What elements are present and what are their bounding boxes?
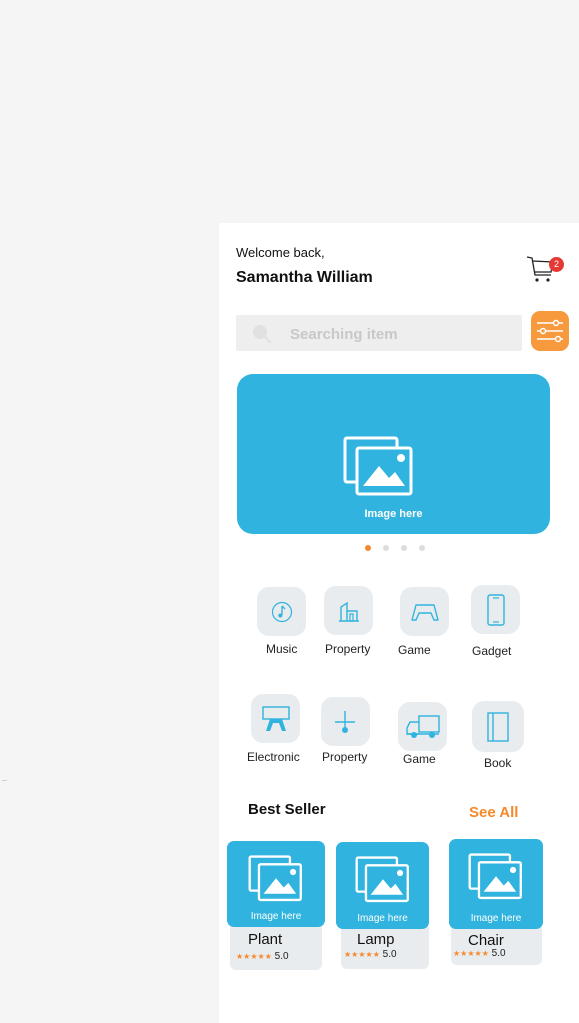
category-property-button[interactable] (324, 586, 373, 635)
phone-icon (486, 593, 505, 626)
sliders-icon (537, 319, 563, 343)
category-label: Game (398, 643, 431, 657)
product-rating: ★★★★★ 5.0 (236, 951, 289, 962)
carousel-dot-active[interactable] (365, 545, 371, 551)
rating-value: 5.0 (491, 948, 506, 959)
category-label: Game (403, 752, 436, 766)
product-image-text: Image here (470, 913, 522, 924)
category-music-button[interactable] (257, 587, 306, 636)
game-controller-icon (410, 603, 439, 621)
category-game-button[interactable] (400, 587, 449, 636)
search-icon (253, 325, 272, 344)
product-rating: ★★★★★ 5.0 (344, 949, 397, 960)
rating-value: 5.0 (382, 949, 397, 960)
promo-banner[interactable]: Image here (237, 374, 550, 534)
section-title: Best Seller (248, 801, 326, 818)
star-rating-icon: ★★★★★ (236, 952, 272, 961)
edge-mark (2, 780, 7, 781)
image-placeholder-icon (343, 436, 413, 496)
product-image-text: Image here (250, 911, 302, 922)
rating-value: 5.0 (274, 951, 289, 962)
product-name: Plant (248, 931, 283, 948)
product-image[interactable]: Image here (336, 842, 429, 929)
carousel-dot[interactable] (401, 545, 407, 551)
image-placeholder-icon (468, 853, 522, 900)
carousel-dot[interactable] (383, 545, 389, 551)
category-label: Electronic (247, 750, 300, 764)
building-icon (338, 601, 359, 622)
app-screen: Welcome back, Samantha William 2 Searchi… (219, 223, 579, 1023)
user-name: Samantha William (236, 269, 373, 286)
category-label: Music (266, 642, 298, 656)
product-image-text: Image here (357, 913, 408, 924)
category-electronic-button[interactable] (251, 694, 300, 743)
book-icon (487, 711, 509, 742)
category-label: Property (322, 750, 368, 764)
search-bar[interactable] (236, 315, 522, 353)
search-input[interactable] (288, 315, 512, 353)
product-name: Lamp (357, 931, 395, 948)
filter-button[interactable] (531, 311, 569, 351)
category-label: Gadget (472, 644, 512, 658)
category-book-button[interactable] (472, 701, 524, 752)
star-rating-icon: ★★★★★ (453, 949, 489, 958)
product-image[interactable]: Image here (227, 841, 325, 927)
category-gadget-button[interactable] (471, 585, 520, 634)
category-label: Property (325, 642, 371, 656)
carousel-indicator (365, 545, 435, 553)
category-property-button-2[interactable] (321, 697, 370, 746)
see-all-link[interactable]: See All (469, 804, 518, 821)
carousel-dot[interactable] (419, 545, 425, 551)
cart-count-badge: 2 (549, 257, 564, 272)
monitor-icon (261, 705, 290, 731)
image-placeholder-icon (248, 855, 302, 902)
property-icon (334, 710, 355, 733)
music-icon (271, 601, 292, 622)
banner-image-text: Image here (364, 508, 423, 520)
category-game-button-2[interactable] (398, 702, 447, 751)
product-rating: ★★★★★ 5.0 (453, 948, 506, 959)
image-placeholder-icon (355, 856, 409, 903)
star-rating-icon: ★★★★★ (344, 950, 380, 959)
truck-icon (405, 714, 440, 738)
category-label: Book (484, 756, 512, 770)
product-image[interactable]: Image here (449, 839, 543, 929)
welcome-text: Welcome back, (236, 245, 325, 260)
product-name: Chair (468, 932, 504, 949)
